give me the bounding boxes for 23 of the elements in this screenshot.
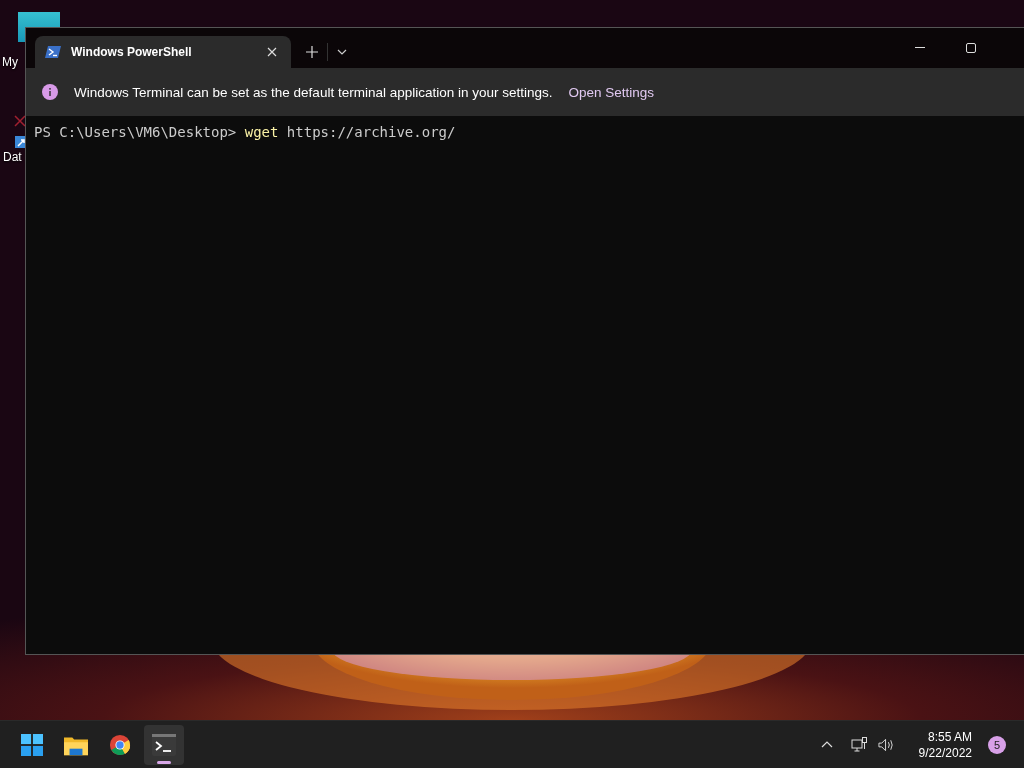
tab[interactable]: Windows PowerShell (35, 36, 291, 68)
clock-date[interactable]: 9/22/2022 (918, 744, 972, 761)
windows-logo-icon (20, 733, 44, 756)
dropdown-icon[interactable] (337, 49, 347, 55)
network-icon[interactable] (850, 736, 868, 753)
open-settings-link[interactable]: Open Settings (568, 84, 655, 100)
terminal-icon (152, 733, 176, 756)
chevron-up-icon[interactable] (820, 741, 833, 748)
clock-time[interactable]: 8:55 AM (927, 728, 972, 745)
info-message: Windows Terminal can be set as the default terminal application in your settings. (74, 84, 553, 100)
taskbar-app[interactable] (144, 724, 184, 765)
browser-icon (108, 733, 132, 756)
powershell-icon (45, 46, 61, 58)
desktop-icon-label[interactable]: Dat (3, 150, 22, 164)
close-icon[interactable] (267, 47, 277, 57)
notification-badge[interactable]: 5 (988, 735, 1006, 754)
desktop-icon-label[interactable]: My (2, 55, 18, 69)
info-icon (42, 84, 58, 100)
maximize-icon[interactable] (966, 43, 976, 53)
tab-title: Windows PowerShell (71, 45, 193, 59)
terminal-line: PS C:\Users\VM6\Desktop> wget https://archive.org/ (34, 124, 457, 140)
speaker-icon[interactable] (877, 736, 895, 753)
new-tab-icon[interactable] (306, 46, 318, 58)
